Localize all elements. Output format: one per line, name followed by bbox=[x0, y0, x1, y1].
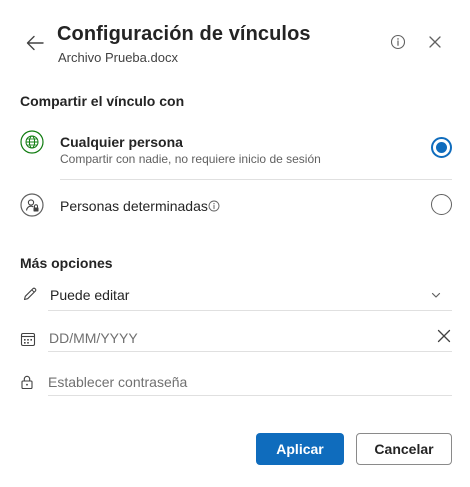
close-button[interactable] bbox=[426, 33, 444, 51]
file-name: Archivo Prueba.docx bbox=[58, 50, 178, 65]
expiration-date-input[interactable]: DD/MM/YYYY bbox=[49, 330, 138, 346]
lock-icon bbox=[20, 374, 34, 390]
arrow-left-icon bbox=[26, 35, 44, 51]
option-specific-people[interactable]: Personas determinadas bbox=[20, 183, 452, 227]
close-icon bbox=[437, 329, 451, 343]
info-icon bbox=[390, 34, 406, 50]
more-options-title: Más opciones bbox=[20, 255, 113, 271]
chevron-down-icon bbox=[430, 289, 442, 301]
password-input[interactable]: Establecer contraseña bbox=[48, 374, 187, 390]
close-icon bbox=[429, 36, 441, 48]
option-anyone-label: Cualquier persona bbox=[60, 134, 183, 150]
calendar-icon bbox=[20, 331, 36, 347]
page-title: Configuración de vínculos bbox=[57, 23, 311, 45]
expiration-date-field[interactable]: DD/MM/YYYY bbox=[20, 326, 452, 350]
permission-value: Puede editar bbox=[50, 287, 130, 303]
option-anyone[interactable]: Cualquier persona Compartir con nadie, n… bbox=[20, 122, 452, 178]
option-specific-label: Personas determinadas bbox=[60, 198, 208, 214]
password-field[interactable]: Establecer contraseña bbox=[20, 370, 452, 394]
share-section-title: Compartir el vínculo con bbox=[20, 93, 185, 109]
permission-dropdown[interactable]: Puede editar bbox=[20, 281, 452, 309]
globe-icon bbox=[20, 130, 44, 154]
people-lock-icon bbox=[20, 193, 44, 217]
divider bbox=[60, 179, 452, 180]
radio-anyone[interactable] bbox=[431, 137, 452, 158]
info-icon[interactable] bbox=[207, 199, 221, 213]
divider bbox=[48, 351, 452, 352]
clear-date-button[interactable] bbox=[436, 328, 452, 344]
option-anyone-description: Compartir con nadie, no requiere inicio … bbox=[60, 152, 321, 166]
info-button[interactable] bbox=[388, 32, 408, 52]
back-button[interactable] bbox=[22, 30, 48, 56]
apply-button[interactable]: Aplicar bbox=[256, 433, 344, 465]
radio-specific-people[interactable] bbox=[431, 194, 452, 215]
divider bbox=[48, 310, 452, 311]
cancel-button[interactable]: Cancelar bbox=[356, 433, 452, 465]
divider bbox=[48, 395, 452, 396]
pencil-icon bbox=[22, 286, 38, 302]
